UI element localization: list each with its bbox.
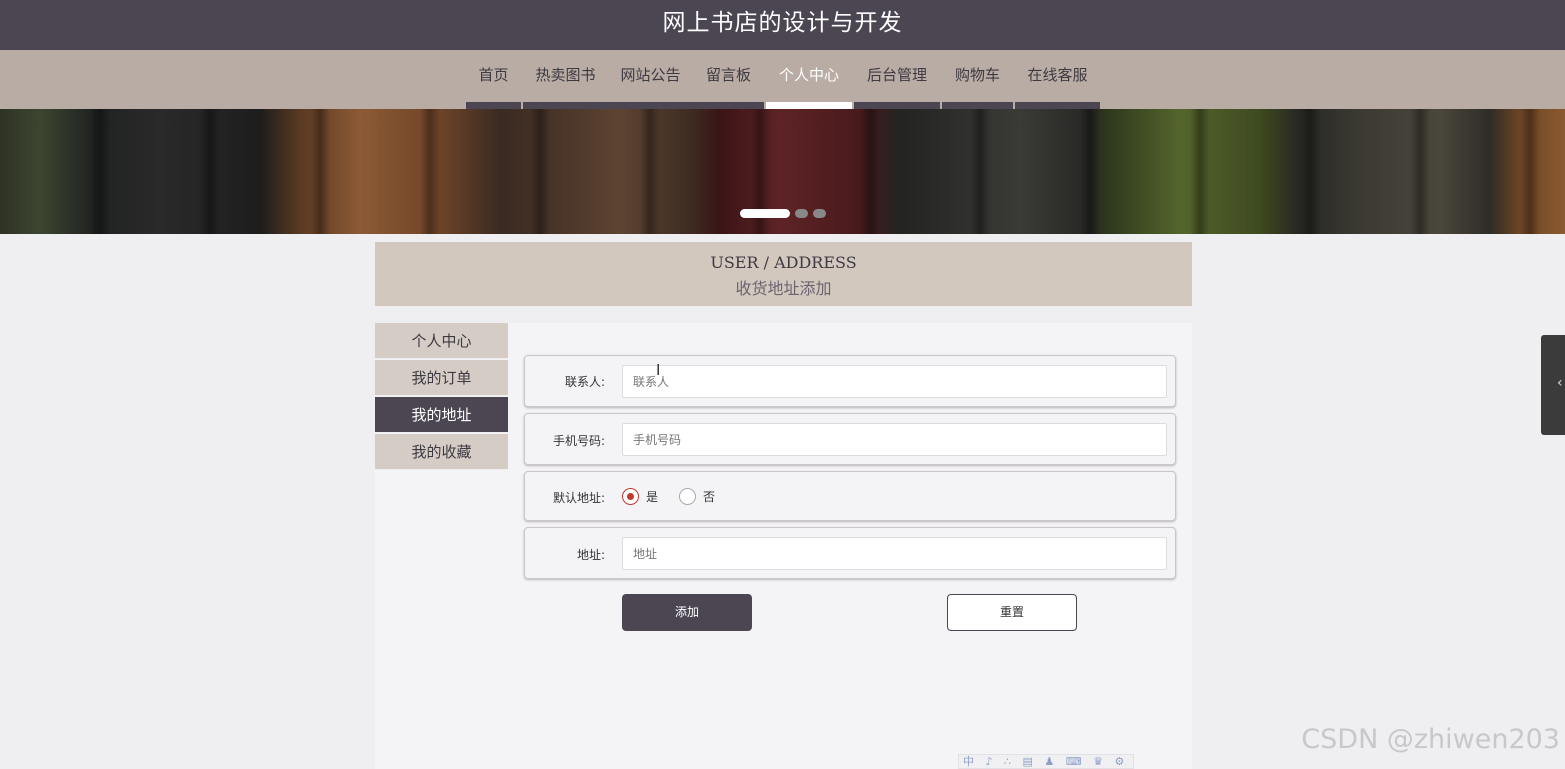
- radio-label: 是: [646, 490, 659, 504]
- address-input[interactable]: [622, 537, 1167, 570]
- nav-item-announcements[interactable]: 网站公告: [608, 50, 693, 109]
- nav-item-label: 后台管理: [866, 66, 927, 84]
- nav-item-admin[interactable]: 后台管理: [854, 50, 940, 109]
- phone-input[interactable]: [622, 423, 1167, 456]
- nav-item-label: 在线客服: [1027, 66, 1088, 84]
- nav-underline: [854, 102, 940, 109]
- chevron-left-icon: ‹: [1557, 375, 1563, 391]
- nav-underline: [693, 102, 764, 109]
- carousel-dot-1[interactable]: [740, 209, 790, 218]
- radio-default-no[interactable]: 否: [679, 488, 715, 505]
- nav-underline: [608, 102, 693, 109]
- nav-underline: [1015, 102, 1100, 109]
- radio-circle: [679, 488, 696, 505]
- radio-default-yes[interactable]: 是: [622, 488, 658, 505]
- form-row-contact: 联系人:: [524, 355, 1176, 407]
- sidebar-item-my-address[interactable]: 我的地址: [375, 397, 508, 433]
- nav-underline: [942, 102, 1013, 109]
- nav-item-label: 个人中心: [778, 66, 839, 84]
- nav-item-message-board[interactable]: 留言板: [693, 50, 764, 109]
- nav-item-cart[interactable]: 购物车: [942, 50, 1013, 109]
- nav-underline: [523, 102, 608, 109]
- nav-item-hot-books[interactable]: 热卖图书: [523, 50, 608, 109]
- add-button[interactable]: 添加: [622, 594, 752, 631]
- contact-label: 联系人:: [564, 375, 605, 389]
- ime-toolbar[interactable]: 中 ♪ ∴ ▤ ♟ ⌨ ♛ ⚙: [958, 754, 1134, 769]
- nav-underline-active: [766, 102, 852, 109]
- sidebar-item-user-center[interactable]: 个人中心: [375, 323, 508, 359]
- section-heading: USER / ADDRESS 收货地址添加: [375, 242, 1192, 306]
- floating-side-tab[interactable]: ‹: [1541, 335, 1565, 435]
- site-header: 网上书店的设计与开发: [0, 0, 1565, 50]
- nav-underline: [466, 102, 521, 109]
- text-cursor-icon: I: [656, 361, 661, 379]
- form-row-phone: 手机号码:: [524, 413, 1176, 465]
- form-row-default-address: 默认地址: 是 否: [524, 471, 1176, 521]
- banner-carousel: [0, 109, 1565, 234]
- watermark: CSDN @zhiwen203: [1301, 724, 1560, 755]
- site-title: 网上书店的设计与开发: [662, 10, 903, 36]
- nav-item-user-center[interactable]: 个人中心: [766, 50, 852, 109]
- nav-item-label: 热卖图书: [535, 66, 596, 84]
- carousel-dot-3[interactable]: [813, 209, 826, 218]
- nav-item-label: 留言板: [705, 66, 751, 84]
- address-label: 地址:: [576, 548, 605, 562]
- nav-item-customer-service[interactable]: 在线客服: [1015, 50, 1100, 109]
- default-address-label: 默认地址:: [552, 491, 605, 505]
- nav-item-home[interactable]: 首页: [466, 50, 521, 109]
- section-title-cn: 收货地址添加: [735, 279, 832, 298]
- reset-button[interactable]: 重置: [947, 594, 1077, 631]
- nav-item-label: 首页: [478, 66, 509, 84]
- radio-label: 否: [703, 490, 716, 504]
- sidebar-item-my-favorites[interactable]: 我的收藏: [375, 434, 508, 470]
- main-nav: 首页 热卖图书 网站公告 留言板 个人中心 后台管理 购物车 在线客服: [0, 50, 1565, 109]
- section-title-en: USER / ADDRESS: [710, 253, 857, 272]
- sidebar-item-my-orders[interactable]: 我的订单: [375, 360, 508, 396]
- nav-item-label: 网站公告: [620, 66, 681, 84]
- phone-label: 手机号码:: [552, 434, 605, 448]
- contact-input[interactable]: [622, 365, 1167, 398]
- radio-circle: [622, 488, 639, 505]
- form-row-address: 地址:: [524, 527, 1176, 579]
- carousel-dot-2[interactable]: [795, 209, 808, 218]
- nav-item-label: 购物车: [954, 66, 1000, 84]
